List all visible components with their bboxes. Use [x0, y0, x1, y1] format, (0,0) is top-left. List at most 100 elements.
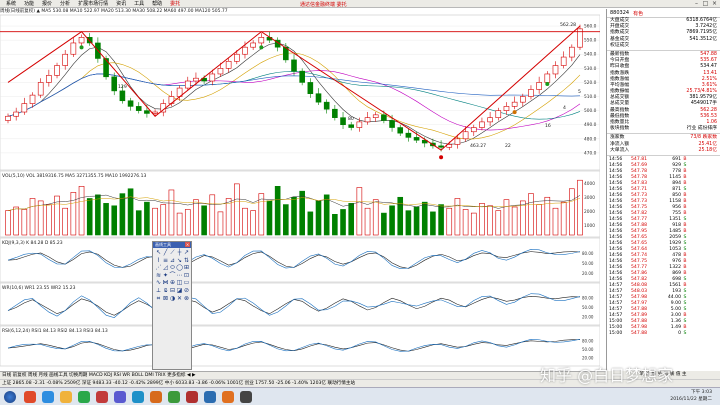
- app-icon[interactable]: [240, 391, 252, 403]
- drawing-tool-icon[interactable]: ⋈: [162, 279, 169, 287]
- menu-bar: 系统 功能 报价 分析 扩展市场行情 资讯 工具 帮助 委托 通达信金融终端 委…: [0, 0, 720, 8]
- volume-bar: [356, 187, 363, 236]
- browser-icon[interactable]: [24, 391, 36, 403]
- app-icon[interactable]: [168, 391, 180, 403]
- drawing-tool-icon[interactable]: ⊗: [183, 295, 190, 303]
- menu-item-tools[interactable]: 工具: [130, 0, 148, 7]
- candle-body: [62, 53, 69, 66]
- drawing-toolbox[interactable]: 画线工具 × ↖ ╱ ⟋ ┼ ↗ ⌇ ≡ ⊿ ↘ ⇅ ⋰ ◿ ⬭ ◯ ⊞ ≋ ✦ ⌒ ⋯ ⊡ ∿ ⋈ ⊕ ◫ ▭ ⟂ ⟃ ⊟ ◪ ⊘ ⌗ ⊠ ◑…: [152, 241, 192, 370]
- candle-body: [536, 82, 542, 90]
- drawing-tool-icon[interactable]: ⊟: [169, 287, 176, 295]
- drawing-tool-icon[interactable]: ⌗: [155, 295, 162, 303]
- menu-item-news[interactable]: 资讯: [112, 0, 130, 7]
- close-icon[interactable]: ×: [711, 0, 718, 7]
- drawing-tool-icon[interactable]: ⟂: [155, 287, 162, 295]
- system-clock[interactable]: 下午 3:03 2016/11/22 星期二: [670, 389, 712, 403]
- app-icon[interactable]: [78, 391, 90, 403]
- candle-body: [528, 89, 534, 97]
- volume-bar: [438, 204, 444, 236]
- candle-body: [397, 127, 404, 134]
- candle-body: [307, 82, 314, 95]
- drawing-tool-icon[interactable]: ⊞: [183, 264, 190, 272]
- app-icon[interactable]: [114, 391, 126, 403]
- drawing-tool-icon[interactable]: ⊿: [169, 257, 176, 265]
- menu-item-trade[interactable]: 委托: [166, 0, 184, 7]
- maximize-icon[interactable]: □: [702, 0, 709, 7]
- drawing-tool-icon[interactable]: ∿: [155, 279, 162, 287]
- annotation-label: 22: [505, 143, 511, 149]
- drawing-tool-icon[interactable]: ⌒: [169, 272, 176, 280]
- clock-time: 下午 3:03: [691, 390, 712, 395]
- app-icon[interactable]: [204, 391, 216, 403]
- drawing-tool-icon[interactable]: ▭: [183, 279, 190, 287]
- row-label: 权证成交: [610, 42, 630, 48]
- tick-list[interactable]: 14:56 547.81 691 B 14:56 547.69 929 S 14:56 547.7…: [607, 157, 720, 337]
- wr-indicator-header: WR(10,6) WR1 23.55 WR2 15.23: [2, 285, 76, 291]
- volume-bar: [413, 206, 420, 236]
- candle-body: [193, 77, 199, 82]
- volume-bar: [160, 204, 167, 236]
- drawing-tool-icon[interactable]: ✕: [176, 295, 183, 303]
- drawing-tool-icon[interactable]: ⇅: [183, 257, 190, 265]
- menu-item-function[interactable]: 功能: [20, 0, 38, 7]
- drawing-tool-icon[interactable]: ≡: [162, 257, 169, 265]
- drawing-tool-icon[interactable]: ✦: [162, 272, 169, 280]
- candle-body: [569, 46, 575, 58]
- drawing-tool-icon[interactable]: ⟃: [162, 287, 169, 295]
- app-icon[interactable]: [132, 391, 144, 403]
- drawing-tool-icon[interactable]: ◑: [169, 295, 176, 303]
- drawing-tool-icon[interactable]: ◫: [176, 279, 183, 287]
- drawing-tool-icon[interactable]: ⊡: [183, 272, 190, 280]
- drawing-tool-icon[interactable]: ⋰: [155, 264, 162, 272]
- kdj-line: [7, 249, 581, 269]
- close-icon[interactable]: ×: [185, 242, 190, 247]
- volume-bar: [127, 188, 134, 236]
- volume-bar: [503, 199, 510, 236]
- menu-item-quote[interactable]: 报价: [38, 0, 56, 7]
- menu-item-help[interactable]: 帮助: [148, 0, 166, 7]
- app-icon[interactable]: [150, 391, 162, 403]
- drawing-tool-icon[interactable]: ⟋: [169, 249, 176, 257]
- menu-item-extended[interactable]: 扩展市场行情: [74, 0, 112, 7]
- ie-icon[interactable]: [42, 391, 54, 403]
- folder-icon[interactable]: [60, 391, 72, 403]
- drawing-tool-icon[interactable]: ┼: [176, 249, 183, 257]
- drawing-tool-icon[interactable]: ◪: [176, 287, 183, 295]
- menu-item-analysis[interactable]: 分析: [56, 0, 74, 7]
- drawing-tool-icon[interactable]: ◿: [162, 264, 169, 272]
- app-icon[interactable]: [96, 391, 108, 403]
- drawing-tool-icon[interactable]: ⬭: [169, 264, 176, 272]
- start-button-icon[interactable]: [4, 391, 16, 403]
- chart-area[interactable]: 560.0 550.0 540.0 530.0 520.0 510.0 500.0 490.0…: [0, 9, 601, 373]
- candle-body: [37, 82, 44, 96]
- tick-time: 15:00: [609, 330, 623, 336]
- oscillator-tick-label: 80.00: [582, 338, 594, 343]
- volume-bar: [291, 196, 297, 236]
- drawing-tool-icon[interactable]: ⊘: [183, 287, 190, 295]
- drawing-tool-icon[interactable]: ↗: [183, 249, 190, 257]
- drawing-tool-icon[interactable]: ⌇: [155, 257, 162, 265]
- drawing-tool-icon[interactable]: ╱: [162, 249, 169, 257]
- volume-bar: [569, 188, 575, 236]
- menu-item-system[interactable]: 系统: [2, 0, 20, 7]
- period-toolbar[interactable]: 日线 前复权 周线 月线 画线工具 切换周期 MACD KDJ RSI WR B…: [0, 371, 606, 379]
- volume-bar: [544, 196, 551, 236]
- volume-bar: [397, 196, 404, 236]
- volume-bar: [46, 204, 52, 236]
- drawing-tool-icon[interactable]: ⊕: [169, 279, 176, 287]
- app-icon[interactable]: [222, 391, 234, 403]
- quote-sidebar: 880324 有色 大盘成交 6318.6764亿 开盘成交 3.7242亿 指数成交 7…: [606, 9, 720, 371]
- app-icon[interactable]: [186, 391, 198, 403]
- drawing-tool-icon[interactable]: ◯: [176, 264, 183, 272]
- drawing-tool-icon[interactable]: ≋: [155, 272, 162, 280]
- volume-bar: [135, 210, 142, 236]
- drawing-tool-icon[interactable]: ↖: [155, 249, 162, 257]
- volume-bar: [78, 186, 85, 236]
- minimize-icon[interactable]: –: [693, 0, 700, 7]
- drawing-tool-icon[interactable]: ⋯: [176, 272, 183, 280]
- drawing-tool-icon[interactable]: ↘: [176, 257, 183, 265]
- kline-chart[interactable]: 560.0 550.0 540.0 530.0 520.0 510.0 500.0 490.0…: [0, 9, 601, 373]
- candle-body: [364, 117, 371, 123]
- drawing-tool-icon[interactable]: ⊠: [162, 295, 169, 303]
- toolbox-title[interactable]: 画线工具 ×: [153, 242, 191, 248]
